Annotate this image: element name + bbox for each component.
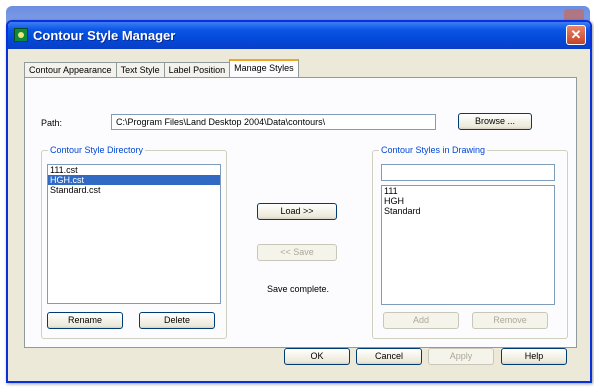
rename-button[interactable]: Rename	[47, 312, 123, 329]
path-label: Path:	[41, 118, 63, 128]
close-button[interactable]: ✕	[566, 25, 586, 45]
style-name-input[interactable]	[381, 164, 555, 181]
ok-button[interactable]: OK	[284, 348, 350, 365]
list-item[interactable]: Standard	[382, 206, 554, 216]
browse-button[interactable]: Browse ...	[458, 113, 532, 130]
directory-listbox[interactable]: 111.cst HGH.cst Standard.cst	[47, 164, 221, 304]
titlebar: Contour Style Manager ✕	[8, 22, 590, 49]
help-button[interactable]: Help	[501, 348, 567, 365]
contour-styles-in-drawing-title: Contour Styles in Drawing	[379, 145, 488, 155]
path-input[interactable]: C:\Program Files\Land Desktop 2004\Data\…	[111, 114, 436, 130]
list-item[interactable]: Standard.cst	[48, 185, 220, 195]
app-icon	[14, 28, 28, 42]
tab-manage-styles[interactable]: Manage Styles	[229, 59, 299, 77]
list-item[interactable]: 111.cst	[48, 165, 220, 175]
add-button[interactable]: Add	[383, 312, 459, 329]
load-button[interactable]: Load >>	[257, 203, 337, 220]
tab-strip: Contour Appearance Text Style Label Posi…	[24, 59, 299, 77]
drawing-styles-listbox[interactable]: 111 HGH Standard	[381, 185, 555, 305]
tab-text-style[interactable]: Text Style	[115, 62, 165, 77]
manage-styles-panel: Path: C:\Program Files\Land Desktop 2004…	[24, 77, 577, 348]
contour-style-directory-title: Contour Style Directory	[48, 145, 146, 155]
apply-button[interactable]: Apply	[428, 348, 494, 365]
contour-styles-in-drawing-group: Contour Styles in Drawing 111 HGH Standa…	[372, 145, 568, 339]
delete-button[interactable]: Delete	[139, 312, 215, 329]
contour-style-directory-group: Contour Style Directory 111.cst HGH.cst …	[41, 145, 227, 339]
dialog-title: Contour Style Manager	[33, 28, 176, 43]
list-item[interactable]: HGH	[382, 196, 554, 206]
status-text: Save complete.	[267, 284, 330, 294]
tab-label-position[interactable]: Label Position	[163, 62, 231, 77]
remove-button[interactable]: Remove	[472, 312, 548, 329]
list-item[interactable]: HGH.cst	[48, 175, 220, 185]
contour-style-manager-dialog: Contour Style Manager ✕ Contour Appearan…	[6, 20, 592, 383]
save-button[interactable]: << Save	[257, 244, 337, 261]
list-item[interactable]: 111	[382, 186, 554, 196]
tab-contour-appearance[interactable]: Contour Appearance	[24, 62, 117, 77]
cancel-button[interactable]: Cancel	[356, 348, 422, 365]
